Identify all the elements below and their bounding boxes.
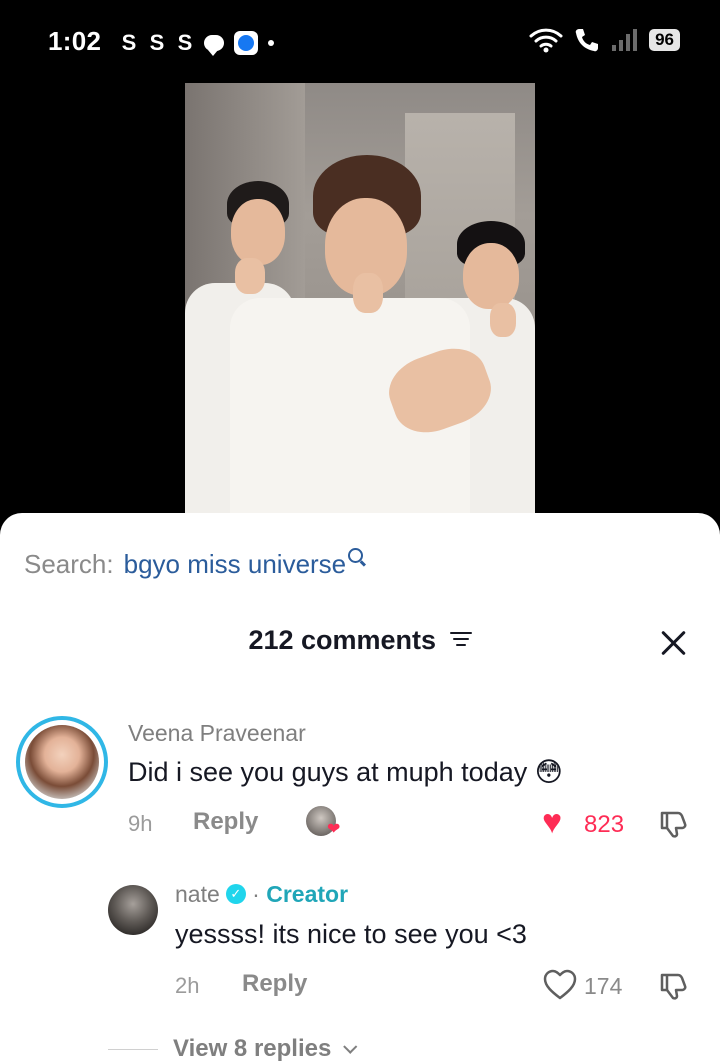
comments-header: 212 comments (0, 625, 720, 656)
like-count: 823 (584, 811, 625, 838)
reply-avatar[interactable] (108, 885, 158, 935)
notification-s-icon: S (177, 30, 193, 55)
creator-liked-heart-icon: ❤ (327, 821, 341, 838)
wifi-call-icon (575, 29, 599, 52)
close-icon[interactable] (658, 627, 690, 659)
comment-username[interactable]: Veena Praveenar (128, 720, 306, 747)
avatar-image (25, 725, 99, 799)
reply-username[interactable]: nate (175, 881, 220, 907)
reply-like-count: 174 (584, 973, 623, 999)
search-label: Search: (24, 549, 114, 579)
status-bar: 1:02 S S S 96 (0, 0, 720, 84)
sort-filter-icon[interactable] (449, 631, 472, 648)
reply-time: 2h (175, 973, 200, 998)
chat-bubble-icon (204, 35, 224, 56)
reply-button[interactable]: Reply (242, 970, 307, 998)
comment-time: 9h (128, 811, 153, 836)
reply-text: yessss! its nice to see you <3 (175, 919, 527, 949)
video-preview[interactable] (185, 83, 535, 523)
comments-sheet: Search: bgyo miss universe 212 comments … (0, 513, 720, 1061)
creator-badge: Creator (266, 881, 349, 907)
reply-button[interactable]: Reply (193, 808, 258, 836)
heart-filled-icon[interactable]: ♥ (542, 805, 562, 839)
dislike-icon[interactable] (658, 971, 688, 1001)
notification-s-icon: S (121, 30, 137, 55)
view-replies-label: View 8 replies (173, 1035, 332, 1061)
notification-icons: S S S (120, 30, 274, 56)
search-term-link[interactable]: bgyo miss universe (124, 549, 347, 580)
chevron-down-icon (343, 1039, 358, 1054)
dislike-icon[interactable] (658, 809, 688, 839)
more-notifications-dot-icon (268, 40, 274, 46)
verified-icon: ✓ (225, 883, 246, 904)
battery-indicator: 96 (649, 29, 680, 51)
comments-count: 212 comments (248, 625, 437, 655)
system-status: 96 (529, 26, 680, 54)
messenger-icon (234, 31, 258, 55)
signal-icon (612, 29, 638, 51)
search-suggestion[interactable]: Search: bgyo miss universe (24, 548, 364, 580)
heart-outline-icon[interactable] (542, 969, 578, 1001)
comment-text: Did i see you guys at muph today 😳 (128, 757, 563, 787)
notification-s-icon: S (149, 30, 165, 55)
view-replies-button[interactable]: View 8 replies (173, 1035, 358, 1061)
divider (108, 1049, 158, 1050)
reply-username-row: nate ✓ · Creator (175, 881, 349, 907)
avatar[interactable] (16, 716, 108, 808)
wifi-icon (529, 28, 563, 53)
status-time: 1:02 (48, 26, 102, 56)
search-icon (348, 548, 364, 563)
